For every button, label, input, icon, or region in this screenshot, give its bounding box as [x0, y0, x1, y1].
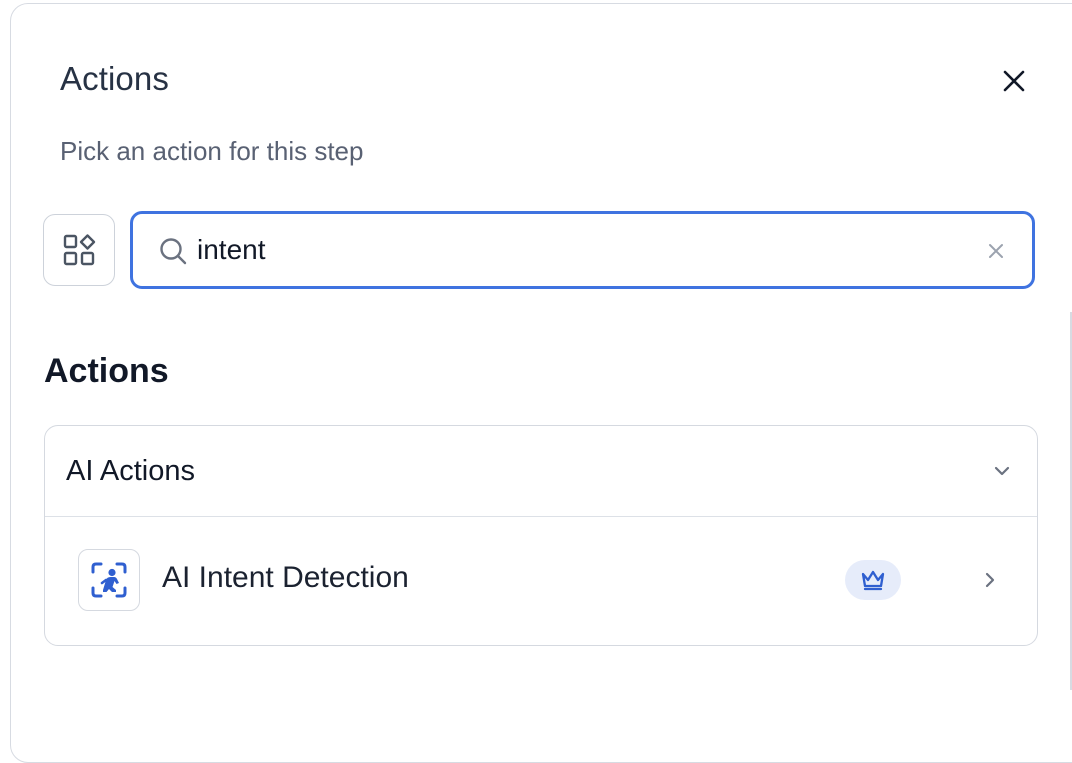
group-title: AI Actions	[66, 455, 195, 487]
crown-icon	[861, 570, 885, 591]
action-icon-container	[78, 549, 140, 611]
apps-toggle-button[interactable]	[43, 214, 115, 286]
panel-title: Actions	[60, 60, 169, 97]
clear-icon	[989, 244, 1003, 258]
search-icon	[160, 238, 187, 265]
action-group-ai: AI Actions AI Intent Detection	[44, 425, 1038, 646]
search-box	[130, 211, 1035, 289]
actions-panel	[10, 3, 1072, 763]
action-item-label: AI Intent Detection	[162, 561, 409, 594]
chevron-down-icon	[994, 466, 1010, 476]
section-heading: Actions	[44, 352, 169, 390]
apps-grid-icon	[63, 234, 96, 266]
chevron-right-icon	[985, 572, 995, 588]
search-input[interactable]	[197, 226, 957, 274]
close-button[interactable]	[996, 63, 1032, 99]
panel-subtitle: Pick an action for this step	[60, 136, 364, 166]
group-header-ai-actions[interactable]: AI Actions	[45, 426, 1037, 517]
premium-badge	[845, 560, 901, 600]
close-icon	[1003, 70, 1025, 92]
ai-intent-detection-icon	[91, 562, 127, 598]
action-item-ai-intent-detection[interactable]: AI Intent Detection	[45, 517, 1037, 645]
clear-search-button[interactable]	[983, 238, 1009, 264]
